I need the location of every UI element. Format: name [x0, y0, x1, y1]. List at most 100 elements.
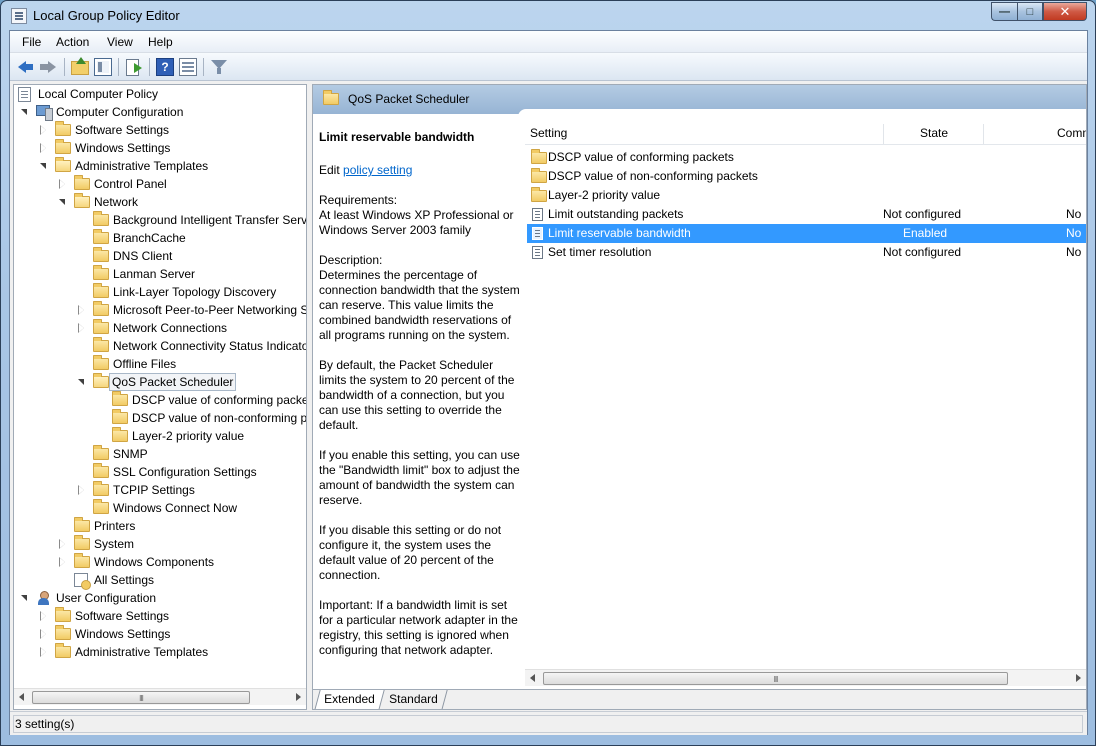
scrollbar-thumb[interactable]: III: [543, 672, 1008, 685]
folder-icon: [93, 463, 109, 478]
properties-icon[interactable]: [179, 58, 197, 76]
list-row[interactable]: DSCP value of non-conforming packets: [527, 167, 1086, 186]
up-folder-icon[interactable]: [71, 57, 89, 75]
status-bar: 3 setting(s): [10, 711, 1087, 735]
expand-arrow-icon[interactable]: [77, 301, 87, 319]
expand-arrow-icon[interactable]: [58, 535, 68, 553]
folder-icon: [531, 168, 547, 183]
view-tabs: Extended Standard: [313, 689, 1086, 709]
back-arrow-icon[interactable]: [16, 58, 34, 76]
column-header-setting[interactable]: Setting: [530, 122, 567, 145]
folder-icon: [93, 319, 109, 334]
expand-arrow-icon[interactable]: [39, 139, 49, 157]
scrollbar-thumb[interactable]: III: [32, 691, 250, 704]
title-bar[interactable]: Local Group Policy Editor — □ ✕: [1, 1, 1095, 31]
edit-prefix: Edit: [319, 163, 344, 177]
toolbar: ?: [10, 53, 1087, 81]
toolbar-separator: [203, 58, 204, 76]
policy-editor-icon: [11, 8, 27, 24]
menu-action[interactable]: Action: [56, 35, 89, 49]
expand-arrow-icon[interactable]: [77, 319, 87, 337]
policy-setting-icon: [532, 208, 543, 221]
scroll-right-icon[interactable]: [293, 693, 303, 702]
folder-icon: [531, 149, 547, 164]
tab-standard-label: Standard: [389, 692, 438, 706]
cell-setting: Layer-2 priority value: [548, 188, 661, 202]
scroll-left-icon[interactable]: [528, 674, 538, 683]
expand-arrow-icon[interactable]: [39, 607, 49, 625]
tree-label: Windows Components: [94, 555, 215, 569]
folder-icon: [93, 283, 109, 298]
list-row[interactable]: Layer-2 priority value: [527, 186, 1086, 205]
column-divider[interactable]: [883, 124, 884, 144]
menu-help[interactable]: Help: [148, 35, 173, 49]
tree-label: Windows Settings: [75, 627, 171, 641]
expand-arrow-icon[interactable]: [58, 175, 68, 193]
tab-extended[interactable]: Extended: [314, 690, 385, 709]
tree-label: Software Settings: [75, 609, 170, 623]
tree-label: DNS Client: [113, 249, 173, 263]
list-row[interactable]: DSCP value of conforming packets: [527, 148, 1086, 167]
filter-icon[interactable]: [210, 58, 228, 76]
folder-open-icon: [55, 157, 71, 172]
edit-policy-setting-link[interactable]: policy setting: [343, 163, 412, 177]
export-list-icon[interactable]: [125, 58, 143, 76]
menu-file[interactable]: File: [22, 35, 41, 49]
tree-label: SNMP: [113, 447, 148, 461]
column-header-comment[interactable]: Comme: [1057, 122, 1086, 145]
folder-icon: [93, 355, 109, 370]
close-button[interactable]: ✕: [1043, 2, 1087, 21]
tree-horizontal-scrollbar[interactable]: III: [14, 688, 306, 705]
collapse-arrow-icon[interactable]: [58, 193, 68, 211]
expand-arrow-icon[interactable]: [39, 625, 49, 643]
folder-icon: [112, 391, 128, 406]
folder-icon: [323, 90, 339, 105]
cell-setting: Set timer resolution: [548, 245, 652, 259]
tree-label: Lanman Server: [113, 267, 196, 281]
minimize-button[interactable]: —: [991, 2, 1017, 21]
tree-label: BranchCache: [113, 231, 186, 245]
maximize-icon: □: [1026, 5, 1034, 18]
tree-label: Administrative Templates: [75, 159, 209, 173]
tree-label: All Settings: [94, 573, 155, 587]
menu-view[interactable]: View: [107, 35, 133, 49]
expand-arrow-icon[interactable]: [39, 643, 49, 661]
folder-icon: [93, 265, 109, 280]
expand-arrow-icon[interactable]: [58, 553, 68, 571]
collapse-arrow-icon[interactable]: [20, 103, 30, 121]
collapse-arrow-icon[interactable]: [20, 589, 30, 607]
maximize-button[interactable]: □: [1017, 2, 1043, 21]
window-controls: — □ ✕: [991, 2, 1087, 22]
collapse-arrow-icon[interactable]: [77, 373, 87, 391]
collapse-arrow-icon[interactable]: [39, 157, 49, 175]
column-divider[interactable]: [983, 124, 984, 144]
folder-icon: [93, 337, 109, 352]
expand-arrow-icon[interactable]: [39, 121, 49, 139]
help-icon[interactable]: ?: [156, 58, 174, 76]
description-title: Limit reservable bandwidth: [319, 130, 475, 144]
scroll-left-icon[interactable]: [17, 693, 27, 702]
folder-icon: [93, 211, 109, 226]
folder-icon: [93, 247, 109, 262]
policy-setting-icon: [532, 246, 543, 259]
tree-label: Microsoft Peer-to-Peer Networking S: [113, 303, 307, 317]
tab-standard[interactable]: Standard: [380, 690, 448, 709]
cell-comment: No: [1066, 207, 1082, 221]
folder-icon: [93, 499, 109, 514]
expand-arrow-icon[interactable]: [77, 481, 87, 499]
list-row[interactable]: Set timer resolution Not configured No: [527, 243, 1086, 262]
tree-label: Network: [94, 195, 139, 209]
client-area: File Action View Help ? Local Computer P…: [9, 30, 1088, 735]
tree-label: Offline Files: [113, 357, 177, 371]
column-header-state[interactable]: State: [920, 122, 948, 145]
status-text: 3 setting(s): [13, 715, 1083, 733]
list-row-selected[interactable]: Limit reservable bandwidth Enabled No: [527, 224, 1086, 243]
list-horizontal-scrollbar[interactable]: III: [525, 669, 1086, 686]
folder-icon: [112, 427, 128, 442]
forward-arrow-icon[interactable]: [39, 58, 57, 76]
show-hide-tree-icon[interactable]: [94, 58, 112, 76]
scroll-right-icon[interactable]: [1073, 674, 1083, 683]
list-row[interactable]: Limit outstanding packets Not configured…: [527, 205, 1086, 224]
tree-label: User Configuration: [56, 591, 157, 605]
description-pane: Limit reservable bandwidth Edit policy s…: [313, 114, 523, 689]
